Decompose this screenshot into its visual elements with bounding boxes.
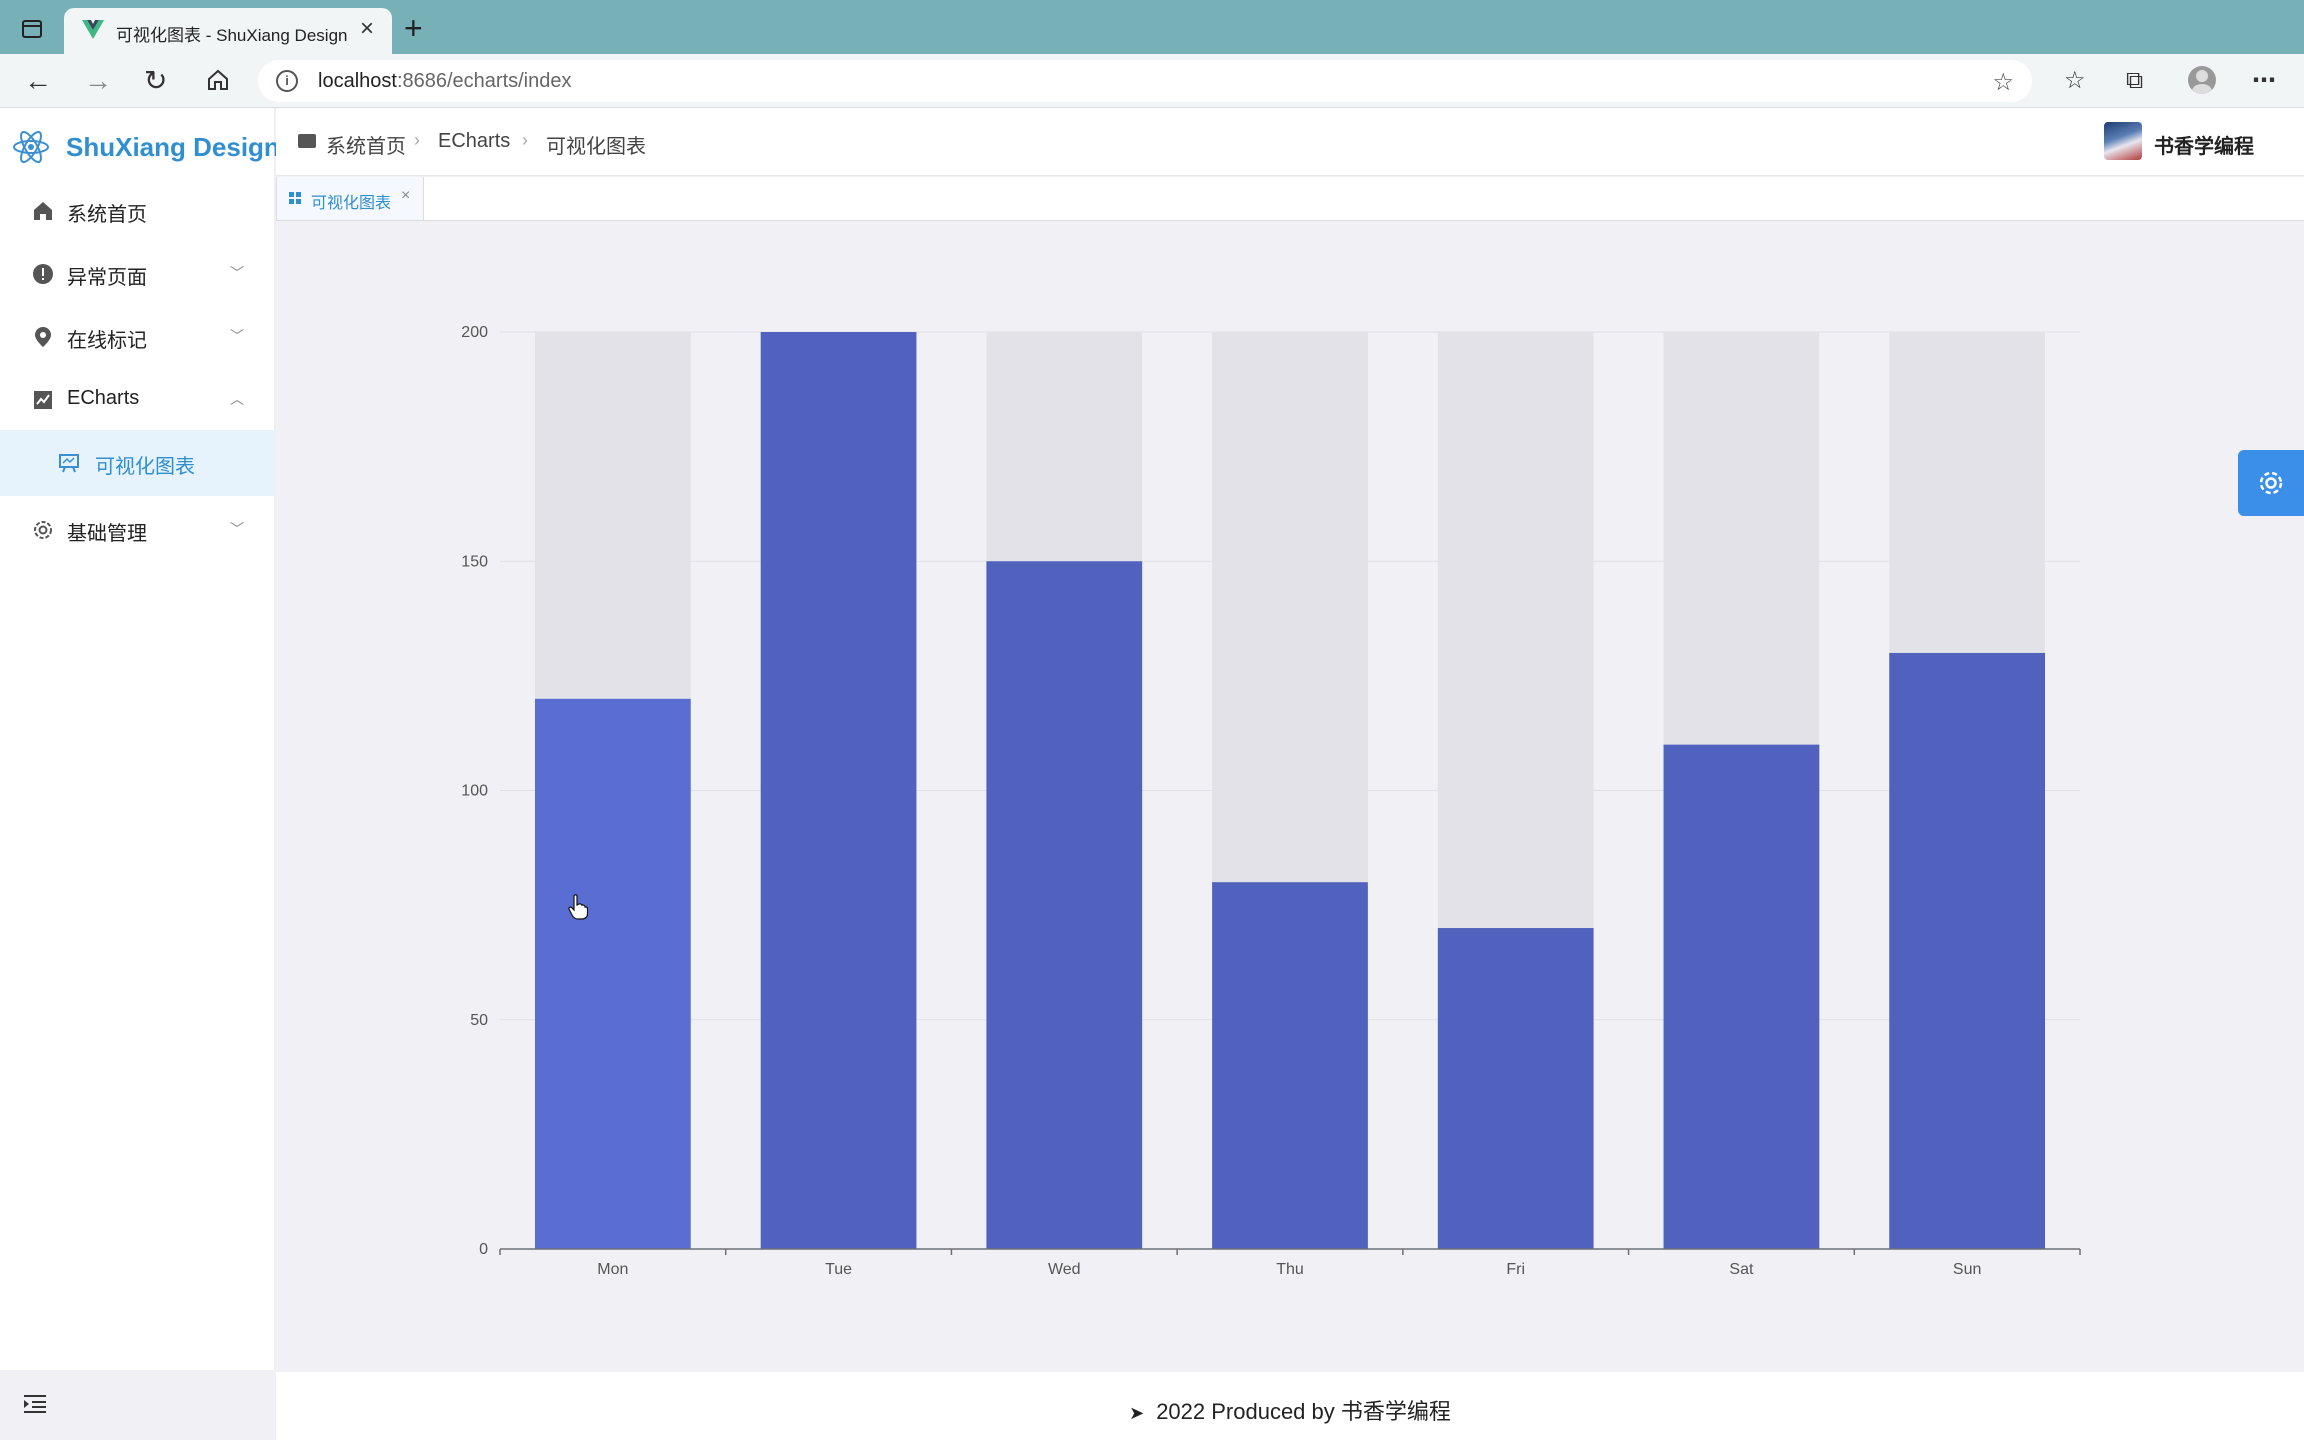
home-browser-icon[interactable] (206, 68, 230, 92)
tag-label: 可视化图表 (311, 195, 392, 212)
home-icon (34, 202, 52, 220)
new-tab-icon[interactable]: + (404, 12, 423, 44)
breadcrumb-item[interactable]: ECharts (438, 130, 510, 153)
header: 系统首页 › ECharts › 可视化图表 书香学编程 (276, 108, 2304, 176)
add-favorite-icon[interactable]: ☆ (1992, 68, 2014, 97)
bar[interactable] (760, 332, 917, 1249)
warning-icon (33, 264, 53, 284)
monitor-icon (298, 134, 316, 148)
profile-icon[interactable] (2188, 66, 2216, 94)
bar[interactable] (534, 698, 691, 1249)
sidebar-item-error-pages[interactable]: 异常页面 ﹀ (0, 241, 275, 305)
atom-logo-icon (13, 130, 49, 164)
bar-chart: 0 50 100 150 200 Mon Tue Wed Thu Fri Sat Sun (461, 324, 2081, 1278)
chevron-down-icon: ﹀ (230, 265, 244, 281)
tag-close-icon[interactable]: × (401, 187, 410, 205)
tab-title: 可视化图表 - ShuXiang Design (116, 26, 348, 45)
footer-text: 2022 Produced by 书香学编程 (1156, 1399, 1451, 1424)
sidebar-item-label: 异常页面 (67, 267, 147, 289)
x-tick-label: Sat (1729, 1261, 1754, 1278)
bar[interactable] (1437, 928, 1594, 1249)
paper-plane-icon: ➤ (1129, 1403, 1145, 1423)
bar[interactable] (1212, 882, 1368, 1249)
indent-icon (24, 1395, 46, 1413)
presentation-icon (59, 454, 79, 473)
breadcrumb-item[interactable]: 系统首页 (326, 130, 406, 159)
main-content: 0 50 100 150 200 Mon Tue Wed Thu Fri Sat Sun (276, 222, 2304, 1372)
browser-nav-bar: ← → ↻ i localhost:8686/echarts/index ☆ ☆… (0, 54, 2304, 108)
address-bar[interactable]: i localhost:8686/echarts/index ☆ (258, 60, 2032, 102)
info-icon[interactable]: i (276, 70, 298, 92)
x-tick-label: Wed (1048, 1261, 1081, 1278)
sidebar-item-label: 可视化图表 (95, 456, 195, 478)
breadcrumb-separator: › (522, 130, 528, 150)
x-tick-label: Thu (1276, 1261, 1304, 1278)
tab-close-icon[interactable]: × (360, 17, 374, 41)
sidebar-item-online-marker[interactable]: 在线标记 ﹀ (0, 304, 275, 368)
breadcrumb-separator: › (414, 130, 420, 150)
avatar[interactable] (2104, 122, 2142, 160)
grid-icon (289, 192, 301, 204)
sidebar-item-echarts[interactable]: ECharts ︿ (0, 367, 275, 431)
y-tick-label: 0 (479, 1241, 488, 1258)
back-icon[interactable]: ← (24, 66, 52, 96)
sidebar-item-visual-chart[interactable]: 可视化图表 (0, 430, 275, 496)
sidebar: ShuXiang Design 系统首页 异常页面 ﹀ 在线标记 ﹀ EChar… (0, 108, 280, 1440)
sidebar-item-basic-management[interactable]: 基础管理 ﹀ (0, 497, 275, 561)
browser-tab[interactable]: 可视化图表 - ShuXiang Design × (64, 8, 392, 54)
sidebar-item-label: 在线标记 (67, 330, 147, 352)
bar[interactable] (986, 561, 1143, 1249)
chart-icon (34, 391, 52, 409)
tag-visual-chart[interactable]: 可视化图表 × (276, 177, 424, 221)
chevron-down-icon: ﹀ (230, 328, 244, 344)
collapse-sidebar-button[interactable] (0, 1370, 275, 1440)
x-tick-label: Tue (825, 1261, 852, 1278)
vue-icon (82, 20, 104, 39)
tags-bar: 可视化图表 × (276, 177, 2304, 221)
reload-icon[interactable]: ↻ (144, 66, 167, 96)
browser-tab-bar: 可视化图表 - ShuXiang Design × + (0, 0, 2304, 54)
forward-icon[interactable]: → (84, 66, 112, 96)
y-tick-label: 50 (470, 1012, 488, 1029)
x-tick-label: Sun (1953, 1261, 1981, 1278)
gear-icon (2259, 471, 2283, 495)
breadcrumb-item: 可视化图表 (546, 136, 646, 158)
logo-text: ShuXiang Design (66, 132, 280, 162)
x-tick-label: Fri (1506, 1261, 1525, 1278)
settings-icon (34, 521, 52, 539)
bar[interactable] (1663, 744, 1820, 1249)
location-icon (35, 327, 51, 347)
window-menu-icon[interactable] (22, 20, 42, 38)
sidebar-item-label: 基础管理 (67, 523, 147, 545)
footer: ➤ 2022 Produced by 书香学编程 (276, 1372, 2304, 1440)
hand-cursor-icon (568, 894, 588, 920)
x-tick-label: Mon (597, 1261, 628, 1278)
y-tick-label: 150 (461, 553, 488, 570)
url-text: localhost:8686/echarts/index (318, 70, 572, 92)
y-tick-label: 200 (461, 324, 488, 341)
sidebar-item-label: ECharts (67, 387, 140, 409)
logo[interactable]: ShuXiang Design (12, 122, 280, 170)
theme-settings-button[interactable] (2238, 450, 2304, 516)
chevron-up-icon: ︿ (230, 391, 244, 407)
bar[interactable] (1889, 652, 2046, 1249)
sidebar-item-label: 系统首页 (67, 204, 147, 226)
y-tick-label: 100 (461, 783, 488, 800)
more-icon[interactable]: ⋯ (2252, 66, 2276, 96)
favorites-icon[interactable]: ☆ (2064, 66, 2086, 96)
username[interactable]: 书香学编程 (2154, 130, 2254, 159)
collections-icon[interactable]: ⧉ (2126, 66, 2143, 96)
sidebar-item-home[interactable]: 系统首页 (0, 178, 275, 242)
chevron-down-icon: ﹀ (230, 521, 244, 537)
